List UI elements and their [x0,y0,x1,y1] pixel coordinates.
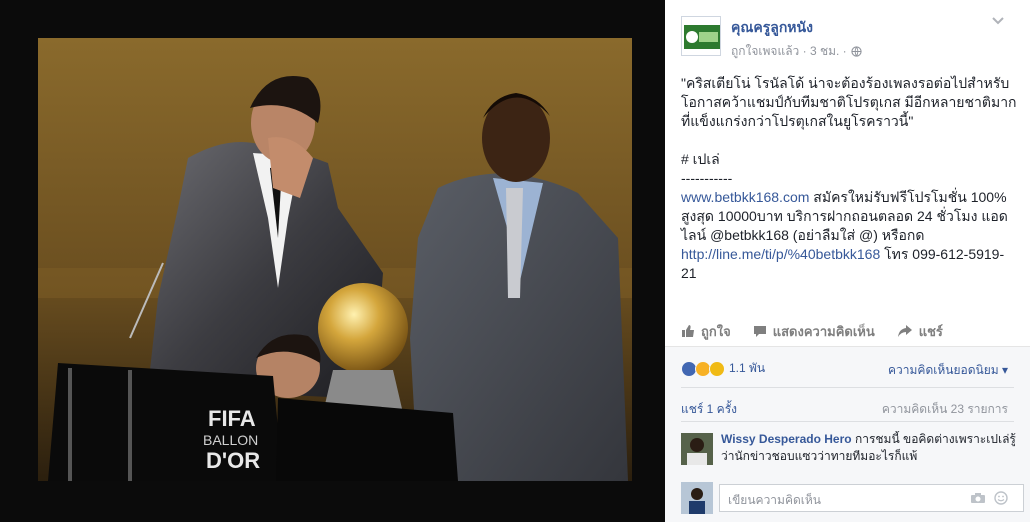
camera-icon[interactable] [970,492,986,504]
divider [681,387,1014,388]
share-label: แชร์ [918,323,943,339]
post-caption: "คริสเตียโน่ โรนัลโด้ น่าจะต้องร้องเพลงร… [681,75,1017,129]
comment-composer: เขียนความคิดเห็น [681,482,1024,514]
share-icon [897,325,912,337]
photo-illustration: FIFA BALLON D'OR [38,38,632,481]
user-avatar[interactable] [681,482,713,514]
like-label: ถูกใจ [701,323,731,339]
engagement-area: 1.1 พัน ความคิดเห็นยอดนิยม ▾ แชร์ 1 ครั้… [665,346,1030,522]
comment-button[interactable]: แสดงความคิดเห็น [753,321,875,342]
divider [681,421,1014,422]
reaction-icons [681,360,725,377]
share-button[interactable]: แชร์ [897,321,943,342]
globe-icon[interactable] [851,46,862,57]
sad-reaction-icon [709,360,725,377]
avatar-photo [681,433,713,465]
post-photo[interactable]: FIFA BALLON D'OR [38,38,632,481]
post-tag[interactable]: # เปเล่ [681,150,1019,169]
post-separator: ----------- [681,170,733,186]
post-meta-text: ถูกใจเพจแล้ว · 3 ชม. · [731,44,847,58]
emoji-icon[interactable] [994,491,1008,505]
ballon-text: BALLON [203,432,258,448]
sort-label: ความคิดเห็นยอดนิยม [888,363,999,377]
like-button[interactable]: ถูกใจ [681,321,731,342]
page-name[interactable]: คุณครูลูกหนัง [731,17,813,39]
dor-text: D'OR [206,448,260,473]
comments-count[interactable]: ความคิดเห็น 23 รายการ [882,400,1008,419]
commenter-avatar[interactable] [681,433,713,465]
comment-item: Wissy Desperado Hero การชมนี้ ขอคิดต่างเ… [681,431,1016,467]
post-promo: www.betbkk168.com สมัครใหม่รับฟรีโปรโมชั… [681,188,1019,283]
post-side-panel: คุณครูลูกหนัง ถูกใจเพจแล้ว · 3 ชม. · "คร… [665,0,1030,522]
comment-label: แสดงความคิดเห็น [772,323,875,339]
page-logo-icon [682,17,720,55]
fifa-text: FIFA [208,406,256,431]
comment-author[interactable]: Wissy Desperado Hero [721,432,852,446]
reactions-summary[interactable]: 1.1 พัน [681,359,765,378]
post-actions: ถูกใจ แสดงความคิดเห็น แชร์ [665,316,1030,346]
post-meta: ถูกใจเพจแล้ว · 3 ชม. · [731,42,862,61]
shares-count[interactable]: แชร์ 1 ครั้ง [681,400,737,419]
comment-text-block: Wissy Desperado Hero การชมนี้ ขอคิดต่างเ… [721,431,1016,465]
post-header: คุณครูลูกหนัง ถูกใจเพจแล้ว · 3 ชม. · [665,0,1030,70]
comment-sort-dropdown[interactable]: ความคิดเห็นยอดนิยม ▾ [888,361,1008,380]
promo-link[interactable]: www.betbkk168.com [681,189,809,205]
line-link[interactable]: http://line.me/ti/p/%40betbkk168 [681,246,880,262]
post-body: "คริสเตียโน่ โรนัลโด้ น่าจะต้องร้องเพลงร… [681,74,1019,283]
comment-icon [753,326,766,337]
avatar-photo [681,482,713,514]
reactions-count: 1.1 พัน [729,361,766,375]
chevron-down-icon[interactable] [991,16,1005,26]
page-avatar[interactable] [681,16,721,56]
thumbs-up-icon [682,325,694,337]
